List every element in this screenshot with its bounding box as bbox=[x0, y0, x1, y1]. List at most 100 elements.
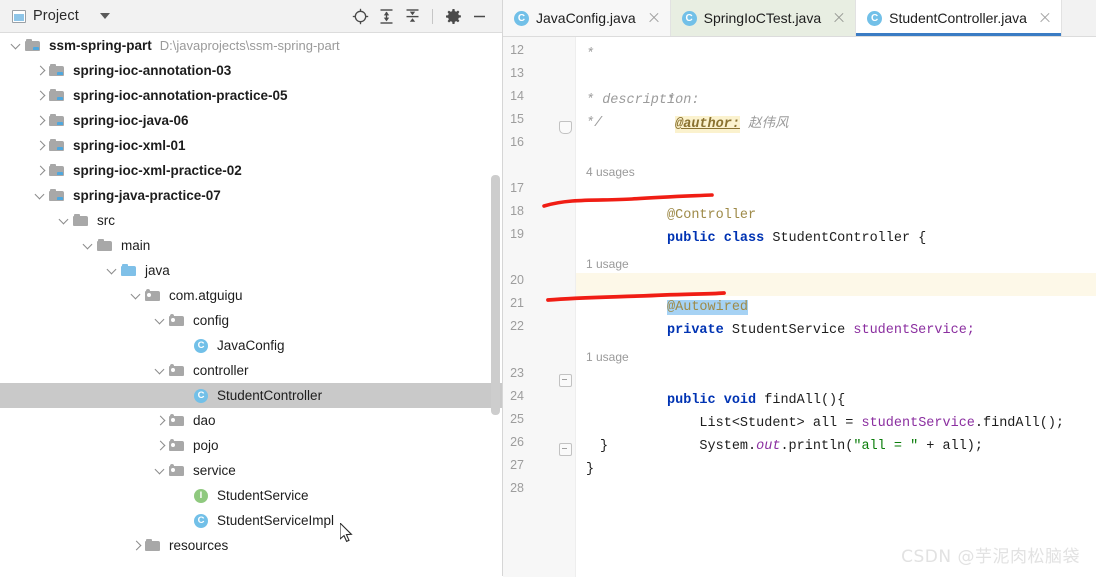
tree-item-label: pojo bbox=[193, 438, 219, 453]
minimize-icon[interactable] bbox=[466, 3, 492, 29]
tree-item-service[interactable]: service bbox=[0, 458, 502, 483]
chevron-down-icon[interactable] bbox=[32, 188, 48, 204]
tree-item-ssm-spring-part[interactable]: ssm-spring-part D:\javaprojects\ssm-sprin… bbox=[0, 33, 502, 58]
line-number: 21 bbox=[510, 296, 524, 310]
line-number: 23 bbox=[510, 366, 524, 380]
chevron-down-icon[interactable] bbox=[152, 363, 168, 379]
tree-item-label: spring-ioc-java-06 bbox=[73, 113, 189, 128]
line-number: 27 bbox=[510, 458, 524, 472]
project-tree[interactable]: ssm-spring-part D:\javaprojects\ssm-sprin… bbox=[0, 33, 502, 576]
locate-target-icon[interactable] bbox=[347, 3, 373, 29]
out-field: out bbox=[756, 439, 781, 454]
module-folder-icon bbox=[25, 38, 42, 54]
chevron-down-icon[interactable] bbox=[99, 13, 110, 19]
chevron-down-icon[interactable] bbox=[152, 463, 168, 479]
editor-gutter[interactable]: 12 13 14 15 16 17 18 19 20 21 22 23 24 25 26 27 28 bbox=[503, 37, 576, 577]
tree-item-studentserviceimpl[interactable]: StudentServiceImpl bbox=[0, 508, 502, 533]
chevron-right-icon[interactable] bbox=[32, 113, 48, 129]
project-tool-window: Project ssm-spring-part D:\javaprojects\… bbox=[0, 0, 503, 576]
chevron-right-icon[interactable] bbox=[32, 163, 48, 179]
tree-item-main[interactable]: main bbox=[0, 233, 502, 258]
tree-item-studentcontroller[interactable]: StudentController bbox=[0, 383, 502, 408]
line-number: 15 bbox=[510, 112, 524, 126]
string-literal: "all = " bbox=[853, 439, 919, 454]
chevron-right-icon[interactable] bbox=[152, 438, 168, 454]
project-tree-scrollbar[interactable] bbox=[491, 35, 500, 535]
tree-item-label: JavaConfig bbox=[217, 338, 285, 353]
chevron-down-icon[interactable] bbox=[80, 238, 96, 254]
close-icon[interactable] bbox=[647, 11, 661, 25]
tree-item-label: java bbox=[145, 263, 170, 278]
fold-marker-23[interactable] bbox=[559, 374, 572, 387]
collapse-all-icon[interactable] bbox=[399, 3, 425, 29]
editor-tab-label: StudentController.java bbox=[889, 10, 1027, 26]
chevron-right-icon[interactable] bbox=[32, 63, 48, 79]
chevron-down-icon[interactable] bbox=[8, 38, 24, 54]
java-class-icon: C bbox=[514, 10, 529, 26]
tree-item-spring-ioc-annotation-practice-05[interactable]: spring-ioc-annotation-practice-05 bbox=[0, 83, 502, 108]
close-icon[interactable] bbox=[832, 11, 846, 25]
folder-icon bbox=[145, 538, 162, 554]
tree-item-spring-ioc-xml-01[interactable]: spring-ioc-xml-01 bbox=[0, 133, 502, 158]
chevron-down-icon[interactable] bbox=[56, 213, 72, 229]
tree-item-spring-java-practice-07[interactable]: spring-java-practice-07 bbox=[0, 183, 502, 208]
concat-expr: + all); bbox=[918, 439, 983, 454]
editor-tab-springioctest[interactable]: C SpringIoCTest.java bbox=[670, 0, 857, 36]
code-editor[interactable]: 12 13 14 15 16 17 18 19 20 21 22 23 24 25 26 27 28 * * @… bbox=[503, 37, 1096, 577]
tree-item-dao[interactable]: dao bbox=[0, 408, 502, 433]
keyword-class: class bbox=[723, 231, 765, 246]
module-folder-icon bbox=[49, 88, 66, 104]
tree-item-studentservice[interactable]: StudentService bbox=[0, 483, 502, 508]
module-folder-icon bbox=[49, 163, 66, 179]
tree-item-label: src bbox=[97, 213, 115, 228]
code-line-14: * description: bbox=[586, 93, 700, 108]
scrollbar-thumb[interactable] bbox=[491, 175, 500, 415]
tree-item-path: D:\javaprojects\ssm-spring-part bbox=[159, 38, 340, 53]
project-tool-window-title: Project bbox=[33, 8, 79, 24]
chevron-right-icon[interactable] bbox=[32, 138, 48, 154]
editor-tab-javaconfig[interactable]: C JavaConfig.java bbox=[503, 0, 671, 36]
chevron-right-icon[interactable] bbox=[32, 88, 48, 104]
line-number: 18 bbox=[510, 204, 524, 218]
tree-item-src[interactable]: src bbox=[0, 208, 502, 233]
tree-item-java[interactable]: java bbox=[0, 258, 502, 283]
fold-marker-15[interactable] bbox=[559, 121, 572, 134]
system-ref: System. bbox=[699, 439, 757, 454]
chevron-down-icon[interactable] bbox=[152, 313, 168, 329]
idea-window: Project ssm-spring-part D:\javaprojects\… bbox=[0, 0, 1096, 577]
keyword-public: public bbox=[667, 231, 716, 246]
gear-icon[interactable] bbox=[440, 3, 466, 29]
tree-item-spring-ioc-annotation-03[interactable]: spring-ioc-annotation-03 bbox=[0, 58, 502, 83]
expand-all-icon[interactable] bbox=[373, 3, 399, 29]
field-name: studentService; bbox=[853, 323, 975, 338]
tree-item-spring-ioc-xml-practice-02[interactable]: spring-ioc-xml-practice-02 bbox=[0, 158, 502, 183]
project-tool-window-header: Project bbox=[0, 0, 502, 33]
chevron-right-icon[interactable] bbox=[152, 413, 168, 429]
java-class-icon: C bbox=[681, 10, 697, 26]
tree-item-pojo[interactable]: pojo bbox=[0, 433, 502, 458]
chevron-down-icon[interactable] bbox=[104, 263, 120, 279]
line-number: 13 bbox=[510, 66, 524, 80]
tree-item-controller[interactable]: controller bbox=[0, 358, 502, 383]
tree-item-com-atguigu[interactable]: com.atguigu bbox=[0, 283, 502, 308]
folder-icon bbox=[97, 238, 114, 254]
package-folder-icon bbox=[169, 313, 186, 329]
chevron-right-icon[interactable] bbox=[128, 538, 144, 554]
project-title-group[interactable]: Project bbox=[0, 8, 110, 24]
tree-item-javaconfig[interactable]: JavaConfig bbox=[0, 333, 502, 358]
code-text[interactable]: * * @author: 赵伟风 * description: */ 4 usa… bbox=[576, 37, 1096, 577]
editor-tab-studentcontroller[interactable]: C StudentController.java bbox=[856, 0, 1062, 36]
code-line-26: } bbox=[600, 439, 609, 454]
tree-item-config[interactable]: config bbox=[0, 308, 502, 333]
package-folder-icon bbox=[169, 438, 186, 454]
tree-item-label: StudentServiceImpl bbox=[217, 513, 335, 528]
java-class-icon bbox=[193, 388, 210, 404]
close-icon[interactable] bbox=[1038, 11, 1052, 25]
code-line-27: } bbox=[586, 462, 595, 477]
fold-marker-26[interactable] bbox=[559, 443, 572, 456]
tree-item-spring-ioc-java-06[interactable]: spring-ioc-java-06 bbox=[0, 108, 502, 133]
tree-item-resources[interactable]: resources bbox=[0, 533, 502, 558]
chevron-down-icon[interactable] bbox=[128, 288, 144, 304]
